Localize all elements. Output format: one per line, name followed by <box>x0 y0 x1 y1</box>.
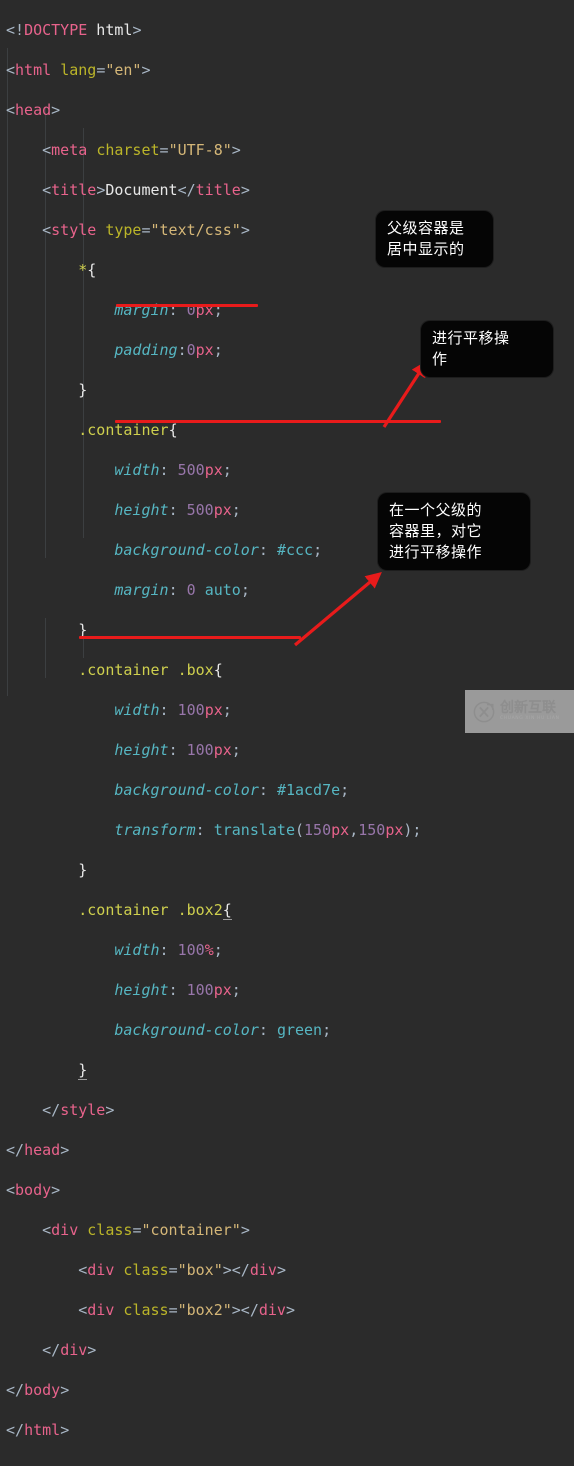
watermark-text: 创新互联 CHUANG XIN HU LIAN <box>500 701 560 722</box>
arrow-to-div-box <box>293 572 382 647</box>
code-line: <!DOCTYPE html> <box>6 21 142 39</box>
code-line: <div class="box"></div> <box>78 1261 286 1279</box>
code-line: <title>Document</title> <box>42 181 250 199</box>
watermark-name-cn: 创新互联 <box>500 700 556 717</box>
code-line: .container{ <box>78 421 178 439</box>
code-line: <div class="container"> <box>42 1221 250 1239</box>
circled-x-logo-icon <box>473 701 495 722</box>
code-line: </html> <box>6 1421 70 1439</box>
code-line: </body> <box>6 1381 70 1399</box>
code-line: } <box>78 381 88 399</box>
code-line: transform: translate(150px,150px); <box>114 821 422 839</box>
code-line: width: 100%; <box>114 941 223 959</box>
watermark-name-en: CHUANG XIN HU LIAN <box>500 716 560 722</box>
code-line: </div> <box>42 1341 97 1359</box>
code-line: } <box>78 1061 88 1080</box>
underline-margin-auto <box>116 304 258 307</box>
code-line: </style> <box>42 1101 115 1119</box>
code-line: <meta charset="UTF-8"> <box>42 141 241 159</box>
code-line: <body> <box>6 1181 61 1199</box>
code-line: background-color: #1acd7e; <box>114 781 350 799</box>
code-line: <head> <box>6 101 61 119</box>
code-line: } <box>78 861 88 879</box>
code-line: height: 100px; <box>114 741 241 759</box>
code-line: <div class="box2"></div> <box>78 1301 295 1319</box>
code-line: .container .box{ <box>78 661 223 679</box>
code-line: background-color: green; <box>114 1021 332 1039</box>
code-line: <html lang="en"> <box>6 61 151 79</box>
watermark: 创新互联 CHUANG XIN HU LIAN <box>465 690 574 733</box>
underline-div-box <box>79 636 301 639</box>
code-line: height: 100px; <box>114 981 241 999</box>
code-line: .container .box2{ <box>78 901 232 920</box>
code-editor[interactable]: <!DOCTYPE html> <html lang="en"> <head> … <box>0 0 574 1439</box>
code-line: width: 500px; <box>114 461 232 479</box>
callout-translate-in-parent: 在一个父级的 容器里，对它 进行平移操作 <box>378 493 530 570</box>
code-line: </head> <box>6 1141 70 1159</box>
callout-parent-centered: 父级容器是 居中显示的 <box>376 211 493 267</box>
code-line: margin: 0px; <box>114 301 223 319</box>
callout-translate: 进行平移操 作 <box>421 321 553 377</box>
